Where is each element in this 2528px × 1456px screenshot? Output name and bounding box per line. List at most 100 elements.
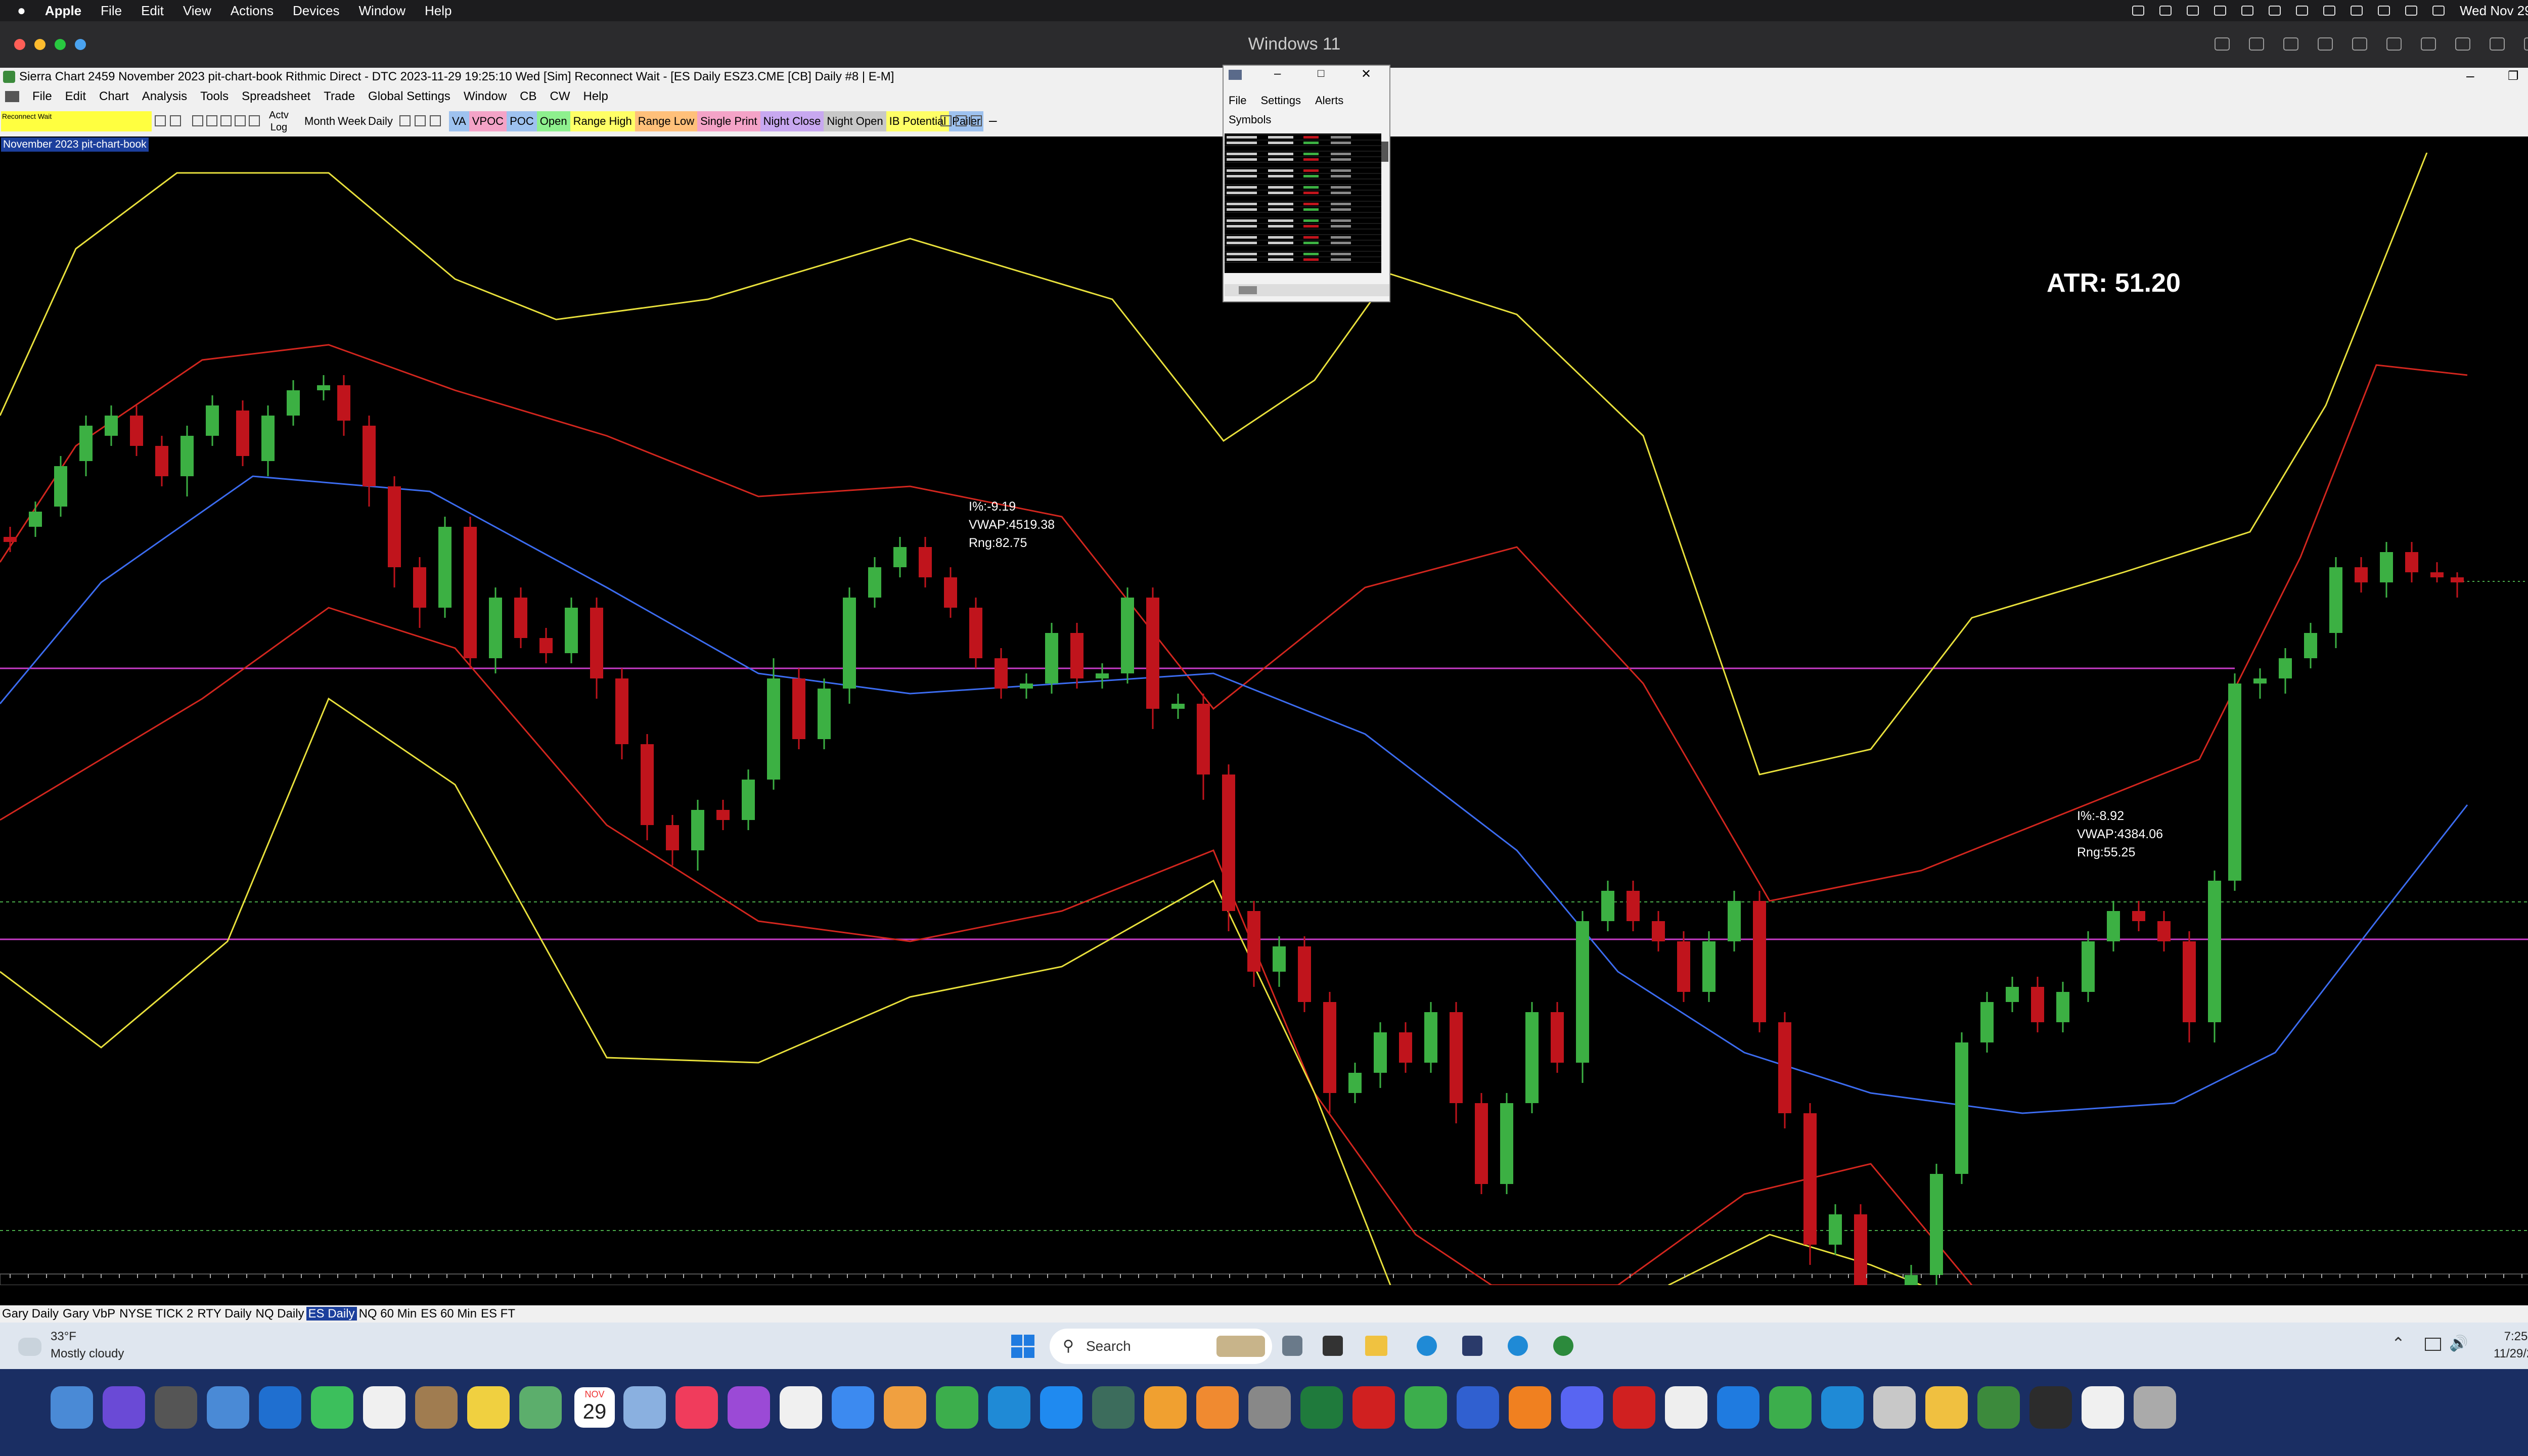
period-month-button[interactable]: Month [302,111,337,131]
printer-icon[interactable] [2455,37,2470,51]
dock-android-studio-icon[interactable] [1405,1386,1447,1429]
quote-menu-settings[interactable]: Settings [1260,94,1301,107]
tab-nq-60min[interactable]: NQ 60 Min [357,1307,419,1321]
study-night-open-button[interactable]: Night Open [824,111,886,131]
dock-maps-icon[interactable] [519,1386,562,1429]
dock-screenshot-icon[interactable] [1457,1386,1499,1429]
bar-type-icon[interactable] [430,115,441,126]
dock-discord-icon[interactable] [1561,1386,1603,1429]
wifi-icon[interactable] [2351,6,2363,16]
period-daily-button[interactable]: Daily [366,111,395,131]
menu-devices[interactable]: Devices [293,3,339,19]
tab-nyse-tick[interactable]: NYSE TICK 2 [117,1307,195,1321]
gear-icon[interactable] [2187,6,2199,16]
minus-icon[interactable]: – [989,112,997,128]
sc-menu-window[interactable]: Window [464,89,507,104]
dock-safari-icon[interactable] [832,1386,874,1429]
usb-icon[interactable] [2283,37,2298,51]
rectangle-tool-icon[interactable] [235,115,246,126]
screen-icon[interactable] [2132,6,2145,16]
dock-windows-icon[interactable] [1717,1386,1759,1429]
dock-excel-icon[interactable] [1300,1386,1343,1429]
sc-menu-edit[interactable]: Edit [65,89,86,104]
siri-icon[interactable] [2432,6,2445,16]
dock-textedit-icon[interactable] [1665,1386,1707,1429]
sc-menu-cw[interactable]: CW [550,89,570,104]
dock-time-machine-icon[interactable] [1092,1386,1135,1429]
studies-icon[interactable] [415,115,426,126]
sc-menu-global-settings[interactable]: Global Settings [368,89,450,104]
search-icon[interactable] [2378,6,2390,16]
crosshair-icon[interactable] [956,115,967,126]
dock-shazam-icon[interactable] [988,1386,1030,1429]
brightness-icon[interactable] [2159,6,2172,16]
store-icon[interactable] [1462,1336,1482,1356]
sc-menu-file[interactable]: File [32,89,52,104]
text-tool-icon[interactable] [249,115,260,126]
lock-icon[interactable] [2318,37,2333,51]
line-tool-icon[interactable] [192,115,203,126]
edge-icon[interactable] [1417,1336,1437,1356]
menu-window[interactable]: Window [359,3,405,19]
volume-tray-icon[interactable]: 🔊 [2449,1335,2468,1352]
dock-books-icon[interactable] [1196,1386,1239,1429]
hand-icon[interactable] [971,115,982,126]
pointer-tool-icon[interactable] [170,115,181,126]
dock-app-store-icon[interactable] [1040,1386,1082,1429]
study-single-print-button[interactable]: Single Print [697,111,760,131]
dock-pages-icon[interactable] [1144,1386,1187,1429]
apple-logo-icon[interactable]: ● [17,3,26,19]
display-icon[interactable] [2214,6,2227,16]
microphone-icon[interactable] [2421,37,2436,51]
menubar-clock[interactable]: Wed Nov 29 19:25 [2460,3,2528,19]
dock-mail-icon[interactable] [207,1386,249,1429]
keyboard-icon[interactable] [2215,37,2230,51]
dock-globe-icon[interactable] [1977,1386,2020,1429]
ray-tool-icon[interactable] [206,115,217,126]
app-menu[interactable]: Apple [45,3,81,19]
dock-parallels-icon[interactable] [1873,1386,1916,1429]
restore-icon[interactable]: ❐ [2508,69,2519,83]
quote-board-window[interactable]: – □ ✕ File Settings Alerts Symbols [1223,65,1390,302]
quote-menu-alerts[interactable]: Alerts [1315,94,1343,107]
period-week-button[interactable]: Week [336,111,368,131]
study-open-button[interactable]: Open [536,111,570,131]
sc-menu-trade[interactable]: Trade [324,89,355,104]
study-va-button[interactable]: VA [449,111,469,131]
quote-window-titlebar[interactable]: – □ ✕ [1224,66,1389,84]
dock-earth-icon[interactable] [1769,1386,1812,1429]
zoom-icon[interactable] [940,115,952,126]
quote-restore-icon[interactable]: □ [1318,67,1324,80]
menu-actions[interactable]: Actions [231,3,274,19]
dock-edge-icon[interactable] [1821,1386,1864,1429]
dock-evernote-icon[interactable] [936,1386,978,1429]
drawing-tool-icon[interactable] [155,115,166,126]
menu-view[interactable]: View [183,3,211,19]
study-vpoc-button[interactable]: VPOC [469,111,507,131]
dock-notes-icon[interactable] [467,1386,510,1429]
minimize-icon[interactable]: – [2466,68,2474,84]
dock-terminal-icon[interactable] [2029,1386,2072,1429]
quote-grid[interactable] [1225,133,1381,273]
quote-menu-file[interactable]: File [1229,94,1246,107]
quote-close-icon[interactable]: ✕ [1361,67,1371,81]
globe-app-icon[interactable] [1553,1336,1573,1356]
price-chart[interactable] [0,153,2528,1285]
edge-beta-icon[interactable] [1508,1336,1528,1356]
start-icon[interactable] [1011,1335,1034,1358]
dock-acrobat-icon[interactable] [1352,1386,1395,1429]
menu-help[interactable]: Help [425,3,452,19]
dock-trash-icon[interactable] [2134,1386,2176,1429]
quote-minimize-icon[interactable]: – [1274,67,1281,81]
tool-icon[interactable] [2323,6,2336,16]
network-icon[interactable] [2352,37,2367,51]
tab-gary-daily[interactable]: Gary Daily [0,1307,61,1321]
dock-podcasts-icon[interactable] [728,1386,770,1429]
dock-contacts-icon[interactable] [415,1386,458,1429]
chart-settings-icon[interactable] [399,115,411,126]
sc-menu-help[interactable]: Help [583,89,608,104]
sc-menu-analysis[interactable]: Analysis [142,89,187,104]
play-icon[interactable] [2241,6,2254,16]
dock-music-icon[interactable] [675,1386,718,1429]
quote-horizontal-scrollbar[interactable] [1225,284,1389,296]
